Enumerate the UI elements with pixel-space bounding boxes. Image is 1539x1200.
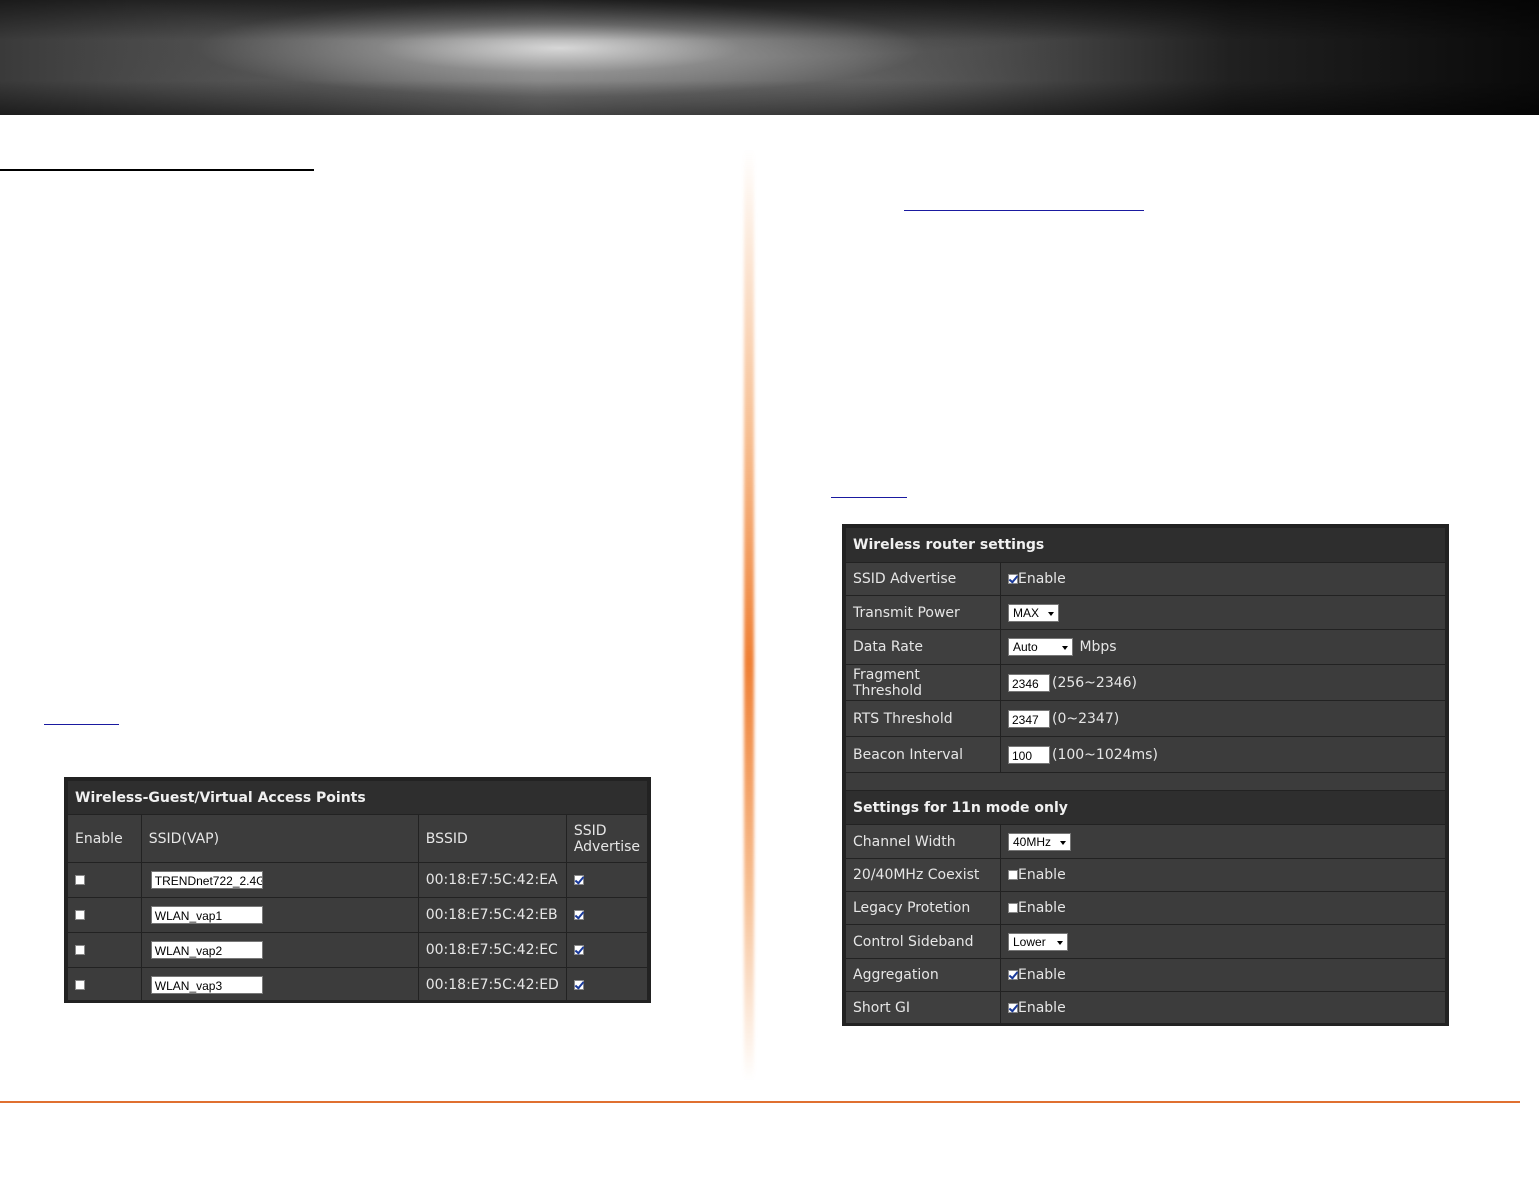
vap-advertise-checkbox[interactable] [573,980,584,990]
col-header-ssid-advertise: SSID Advertise [565,814,649,863]
table-row: TRENDnet722_2.4G 00:18:E7:5C:42:EA [67,862,649,898]
aggregation-checkbox[interactable] [1008,970,1018,980]
advertise-cell [565,967,649,1003]
vap-advertise-checkbox[interactable] [573,910,584,920]
advertise-cell [565,932,649,968]
title-underline [0,169,314,171]
coexist-label: 20/40MHz Coexist [845,858,1001,892]
table-row: WLAN_vap1 00:18:E7:5C:42:EB [67,897,649,933]
vap-bssid: 00:18:E7:5C:42:EB [417,897,567,933]
beacon-interval-label: Beacon Interval [845,736,1001,773]
vap-panel-title: Wireless-Guest/Virtual Access Points [67,780,648,815]
control-sideband-label: Control Sideband [845,924,1001,959]
rts-threshold-label: RTS Threshold [845,700,1001,737]
aggregation-label: Aggregation [845,958,1001,992]
channel-width-select[interactable]: 40MHz [1008,832,1071,851]
column-divider [744,150,754,1080]
data-rate-label: Data Rate [845,629,1001,665]
vap-ssid-input[interactable]: WLAN_vap3 [150,976,263,994]
channel-width-value: 40MHz [1013,834,1052,849]
chevron-down-icon [1060,840,1066,845]
vap-enable-checkbox[interactable] [75,910,85,920]
legacy-protection-label: Legacy Protetion [845,891,1001,925]
vap-bssid: 00:18:E7:5C:42:EC [417,932,567,968]
ssid-cell: TRENDnet722_2.4G [140,862,419,898]
router-settings-title: Wireless router settings [845,527,1446,563]
vap-enable-checkbox[interactable] [75,875,85,885]
beacon-interval-range: (100~1024ms) [1052,746,1158,763]
vap-bssid: 00:18:E7:5C:42:ED [417,967,567,1003]
ssid-advertise-checkbox[interactable] [1008,574,1018,584]
enable-cell [67,932,142,968]
enable-cell [67,897,142,933]
enable-cell [67,862,142,898]
col-header-ssid: SSID(VAP) [140,814,419,863]
n-settings-title: Settings for 11n mode only [845,790,1446,825]
vap-ssid-input[interactable]: WLAN_vap2 [150,941,263,959]
aggregation-text: Enable [1018,967,1066,983]
table-row: WLAN_vap3 00:18:E7:5C:42:ED [67,967,649,1003]
channel-width-label: Channel Width [845,824,1001,859]
coexist-text: Enable [1018,867,1066,883]
footer-rule [0,1101,1520,1103]
rts-threshold-range: (0~2347) [1052,710,1120,727]
col-header-bssid: BSSID [417,814,567,863]
short-gi-text: Enable [1018,999,1066,1016]
rts-threshold-input[interactable]: 2347 [1008,709,1050,728]
beacon-interval-input[interactable]: 100 [1008,745,1050,764]
control-sideband-select[interactable]: Lower [1008,932,1068,951]
data-rate-select[interactable]: Auto [1008,638,1073,656]
transmit-power-label: Transmit Power [845,595,1001,630]
link-underline-right[interactable] [904,210,1144,211]
chevron-down-icon [1048,611,1054,616]
data-rate-unit: Mbps [1079,639,1117,655]
vap-ssid-input[interactable]: TRENDnet722_2.4G [150,871,263,889]
advertise-cell [565,862,649,898]
link-underline-left[interactable] [44,724,119,725]
ssid-advertise-label: SSID Advertise [845,562,1001,596]
fragment-threshold-range: (256~2346) [1052,674,1138,691]
transmit-power-value: MAX [1013,605,1040,620]
data-rate-value: Auto [1013,640,1038,654]
vap-panel: Wireless-Guest/Virtual Access Points Ena… [64,777,651,1003]
legacy-protection-text: Enable [1018,900,1066,916]
link-underline-right-2[interactable] [831,497,907,498]
legacy-protection-checkbox[interactable] [1008,903,1018,913]
vap-advertise-checkbox[interactable] [573,945,584,955]
advertise-cell [565,897,649,933]
section-spacer [845,772,1446,791]
fragment-threshold-input[interactable]: 2346 [1008,673,1050,692]
coexist-checkbox[interactable] [1008,870,1018,880]
short-gi-label: Short GI [845,991,1001,1024]
fragment-threshold-label: Fragment Threshold [845,664,1001,701]
ssid-cell: WLAN_vap2 [140,932,419,968]
chevron-down-icon [1062,646,1068,650]
table-row: WLAN_vap2 00:18:E7:5C:42:EC [67,932,649,968]
vap-enable-checkbox[interactable] [75,980,85,990]
transmit-power-select[interactable]: MAX [1008,603,1059,622]
ssid-cell: WLAN_vap3 [140,967,419,1003]
vap-advertise-checkbox[interactable] [573,875,584,885]
short-gi-checkbox[interactable] [1008,1002,1018,1013]
vap-ssid-input[interactable]: WLAN_vap1 [150,906,263,924]
ssid-advertise-text: Enable [1018,571,1066,587]
router-settings-panel: Wireless router settings SSID Advertise … [842,524,1449,1026]
enable-cell [67,967,142,1003]
ssid-cell: WLAN_vap1 [140,897,419,933]
chevron-down-icon [1057,940,1063,945]
control-sideband-value: Lower [1013,934,1046,949]
vap-bssid: 00:18:E7:5C:42:EA [417,862,567,898]
header-banner [0,0,1539,115]
col-header-enable: Enable [67,814,142,863]
vap-enable-checkbox[interactable] [75,945,85,955]
